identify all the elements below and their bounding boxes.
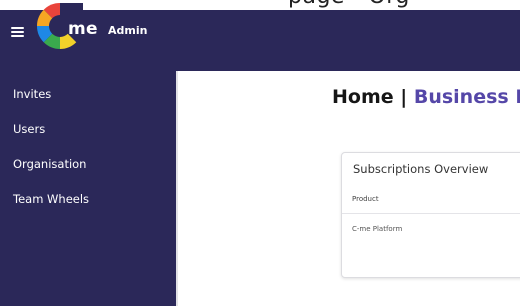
subscriptions-card-title: Subscriptions Overview xyxy=(353,162,489,176)
brand-name: me xyxy=(68,19,98,39)
hamburger-menu-icon[interactable] xyxy=(11,27,24,37)
sidebar-nav: Invites Users Organisation Team Wheels xyxy=(13,87,89,227)
sidebar-item-team-wheels[interactable]: Team Wheels xyxy=(13,192,89,227)
organisation-name: Business Lt xyxy=(413,86,520,108)
main-content: Home | Business Lt Subscriptions Overvie… xyxy=(178,71,520,306)
sidebar: Invites Users Organisation Team Wheels xyxy=(0,71,176,306)
table-cell-product: C-me Platform xyxy=(352,225,403,233)
page-title: Home | Business Lt xyxy=(332,86,520,108)
sidebar-item-invites[interactable]: Invites xyxy=(13,87,89,122)
page-title-home: Home xyxy=(332,86,394,108)
sidebar-item-users[interactable]: Users xyxy=(13,122,89,157)
table-divider xyxy=(342,213,520,214)
app-header: me Admin xyxy=(0,3,520,71)
subscriptions-card: Subscriptions Overview Product C-me Plat… xyxy=(341,152,520,278)
column-header-product: Product xyxy=(352,195,379,203)
top-strip-text: page - Org xyxy=(288,0,410,9)
page-title-separator: | xyxy=(400,86,408,108)
brand-subtitle: Admin xyxy=(108,24,148,37)
sidebar-item-organisation[interactable]: Organisation xyxy=(13,157,89,192)
